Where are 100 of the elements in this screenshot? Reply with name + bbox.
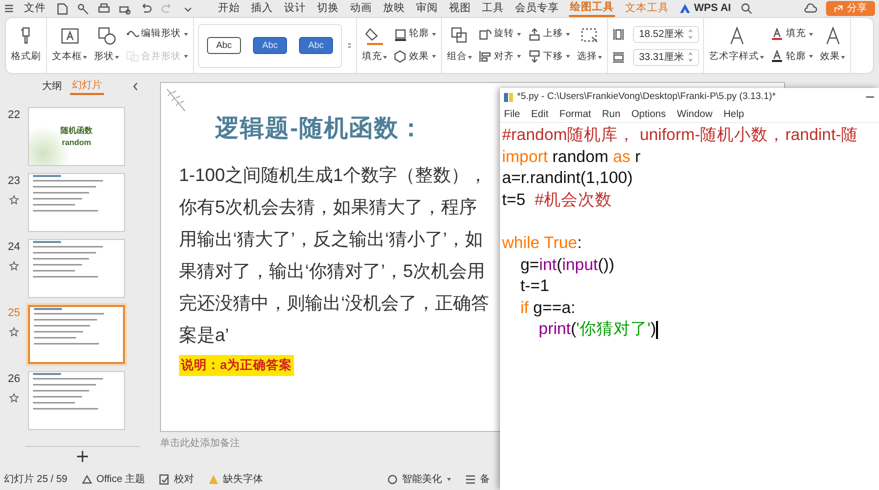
ribbon-tab[interactable]: 切换	[316, 1, 340, 16]
menu-item[interactable]: Edit	[531, 106, 548, 122]
ribbon-tab[interactable]: WPS AI	[679, 1, 732, 16]
code-line: t=5 #机会次数	[502, 190, 612, 211]
code-line: import random as r	[502, 146, 640, 168]
ribbon-button[interactable]: 编辑形状	[125, 26, 189, 42]
shape-style-swatch[interactable]: Abc	[207, 37, 241, 54]
shape-style-swatch[interactable]: Abc	[299, 37, 333, 54]
list-icon[interactable]	[465, 474, 476, 485]
ribbon-tab[interactable]: 审阅	[415, 1, 439, 16]
menu-item[interactable]: File	[504, 106, 520, 122]
code-line: #random随机库， uniform-随机小数，randint-随	[502, 125, 858, 146]
code-line: t-=1	[519, 276, 550, 298]
ribbon-tab[interactable]: 放映	[382, 1, 406, 16]
caret-icon	[184, 32, 188, 36]
code-line: a=r.randint(1,100)	[502, 168, 633, 190]
letter-a-underline-icon	[771, 50, 784, 64]
caret-icon	[760, 56, 764, 59]
size-field[interactable]: 18.52厘米	[633, 26, 699, 42]
ribbon-tab[interactable]: 设计	[283, 1, 307, 16]
status-item[interactable]: 校对	[174, 472, 194, 487]
ribbon-button[interactable]: 艺术字样式	[708, 24, 765, 67]
status-item[interactable]: 备	[480, 472, 490, 487]
menu-icon[interactable]	[4, 4, 14, 13]
ribbon-button[interactable]: 形状	[93, 24, 120, 67]
slide-thumbnail[interactable]	[28, 371, 125, 430]
spinner-icon[interactable]	[688, 29, 693, 39]
star-icon[interactable]	[9, 392, 19, 402]
ribbon-button[interactable]: 格式刷	[10, 24, 42, 67]
star-icon[interactable]	[9, 194, 19, 204]
width-icon	[612, 50, 625, 64]
bring-forward-icon	[528, 28, 541, 41]
proofread-icon[interactable]	[159, 474, 170, 485]
ribbon-button[interactable]: 组合	[446, 24, 473, 67]
status-item[interactable]: Office 主题	[96, 472, 146, 487]
slide-thumbnail[interactable]	[28, 239, 125, 298]
ribbon-tab[interactable]: 动画	[349, 1, 373, 16]
ribbon-button[interactable]: 下移	[527, 48, 571, 65]
outline-icon	[394, 28, 407, 41]
caret-icon	[566, 55, 570, 58]
undo-icon[interactable]	[140, 2, 152, 14]
star-icon[interactable]	[9, 260, 19, 270]
caret-icon	[517, 55, 521, 58]
slide-counter: 幻灯片 25 / 59	[4, 472, 68, 487]
caret-icon	[83, 56, 87, 59]
menu-item[interactable]: Run	[602, 106, 620, 122]
triangle-logo-icon	[680, 4, 690, 13]
ribbon-button[interactable]: 对齐	[478, 48, 522, 65]
paint-bucket-icon	[364, 26, 384, 46]
merge-shapes-icon	[126, 50, 139, 64]
shape-style-swatch[interactable]: Abc	[253, 37, 287, 54]
ribbon-tab[interactable]: 工具	[481, 1, 505, 16]
panel-tab[interactable]: 大纲	[40, 78, 64, 94]
slide-thumbnail[interactable]	[28, 305, 125, 364]
menu-item[interactable]: Help	[723, 106, 744, 122]
caret-icon	[432, 55, 436, 58]
code-line: if g==a:	[519, 298, 576, 319]
slide-thumbnail[interactable]	[28, 173, 125, 232]
slide-body-text: 1-100之间随机生成1个数字（整数），你有5次机会去猜，如果猜大了，程序用输出‘猜大了’，反之输出‘猜小了’，如果猜对了，输出‘你猜对了’，5次机会用完还没猜中，则输出‘没机会了，正确答案是a’	[179, 164, 489, 347]
star-icon[interactable]	[9, 326, 19, 336]
menu-item[interactable]: Options	[631, 106, 666, 122]
document-icon[interactable]	[56, 2, 68, 14]
slide-number: 22	[6, 108, 22, 123]
caret-icon	[468, 56, 472, 59]
ribbon-button[interactable]: 效果	[819, 24, 846, 67]
collapse-icon[interactable]	[132, 82, 140, 90]
status-item[interactable]: 智能美化	[402, 472, 442, 487]
ribbon-button[interactable]: 轮廓	[393, 26, 437, 42]
letter-a-fill-icon	[771, 28, 784, 41]
ribbon-tab[interactable]: 插入	[250, 1, 274, 16]
plus-icon[interactable]	[77, 451, 88, 462]
slide-number: 26	[6, 372, 22, 387]
ribbon-tab[interactable]: 会员专享	[514, 1, 560, 16]
ribbon-button[interactable]: 选择	[576, 24, 603, 67]
ribbon-button[interactable]: 文本框	[51, 24, 88, 67]
caret-icon	[432, 32, 436, 36]
ribbon-button[interactable]: 效果	[393, 48, 437, 65]
menu-item[interactable]: Window	[676, 106, 712, 122]
caret-icon	[517, 32, 521, 36]
search-icon[interactable]	[740, 3, 752, 14]
caret-icon	[184, 55, 188, 58]
shapes-icon	[96, 26, 116, 46]
ribbon-tab[interactable]: 开始	[217, 1, 241, 16]
size-field[interactable]: 33.31厘米	[633, 48, 699, 66]
cloud-icon[interactable]	[804, 3, 817, 14]
file-menu[interactable]: 文件	[23, 1, 47, 16]
send-backward-icon	[528, 50, 541, 64]
slide-number: 23	[6, 174, 22, 189]
ribbon-button[interactable]: 轮廓	[770, 48, 814, 65]
ribbon-button[interactable]: 填充	[770, 26, 814, 42]
status-item[interactable]: 缺失字体	[223, 472, 264, 487]
ribbon-button[interactable]: 旋转	[478, 26, 522, 42]
caret-icon	[598, 56, 602, 59]
slide-thumbnail[interactable]: 随机函数 random	[28, 107, 125, 166]
ribbon-tab[interactable]: 视图	[448, 1, 472, 16]
spinner-icon[interactable]	[688, 52, 693, 62]
ribbon-button[interactable]: 上移	[527, 26, 571, 42]
ribbon-button[interactable]: 填充	[361, 24, 388, 67]
menu-item[interactable]: Format	[559, 106, 592, 122]
print-icon[interactable]	[98, 2, 110, 14]
